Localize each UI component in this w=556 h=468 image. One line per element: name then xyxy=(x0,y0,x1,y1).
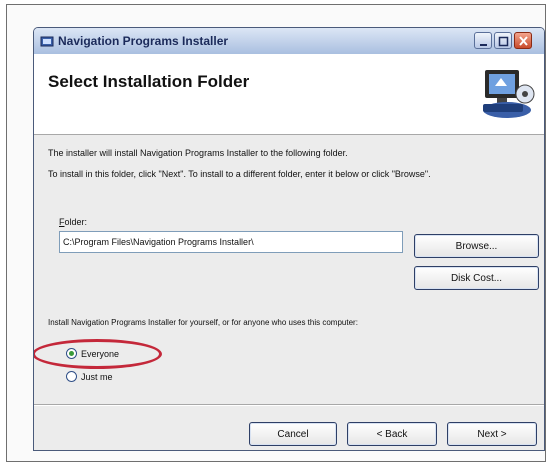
installer-window: Navigation Programs Installer Select Ins… xyxy=(33,27,545,451)
close-icon xyxy=(519,36,528,46)
instruction-line-1: The installer will install Navigation Pr… xyxy=(48,148,348,158)
next-button[interactable]: Next > xyxy=(447,422,537,446)
footer-separator xyxy=(34,404,544,406)
title-bar[interactable]: Navigation Programs Installer xyxy=(34,28,544,55)
back-button[interactable]: < Back xyxy=(347,422,437,446)
disk-cost-button[interactable]: Disk Cost... xyxy=(414,266,539,290)
page-title: Select Installation Folder xyxy=(48,72,250,91)
folder-label: Folder: xyxy=(59,217,87,227)
radio-just-me-label: Just me xyxy=(81,371,113,382)
radio-just-me[interactable]: Just me xyxy=(66,371,113,382)
radio-everyone-label: Everyone xyxy=(81,348,120,359)
maximize-button[interactable] xyxy=(494,32,512,49)
wizard-header: Select Installation Folder xyxy=(34,54,544,135)
maximize-icon xyxy=(498,36,509,47)
installer-app-icon xyxy=(40,36,54,47)
radio-everyone-indicator[interactable] xyxy=(66,348,77,359)
computer-installer-icon xyxy=(483,70,535,118)
minimize-button[interactable] xyxy=(474,32,492,49)
instruction-line-2: To install in this folder, click "Next".… xyxy=(48,169,431,179)
browse-button[interactable]: Browse... xyxy=(414,234,539,258)
close-button[interactable] xyxy=(514,32,532,49)
cancel-button[interactable]: Cancel xyxy=(249,422,337,446)
folder-label-text: older: xyxy=(64,217,88,227)
install-for-prompt: Install Navigation Programs Installer fo… xyxy=(48,318,358,327)
radio-everyone[interactable]: Everyone xyxy=(66,348,119,359)
folder-path-input[interactable] xyxy=(59,231,403,253)
minimize-icon xyxy=(480,44,487,46)
window-title: Navigation Programs Installer xyxy=(58,34,229,48)
radio-just-me-indicator[interactable] xyxy=(66,371,77,382)
